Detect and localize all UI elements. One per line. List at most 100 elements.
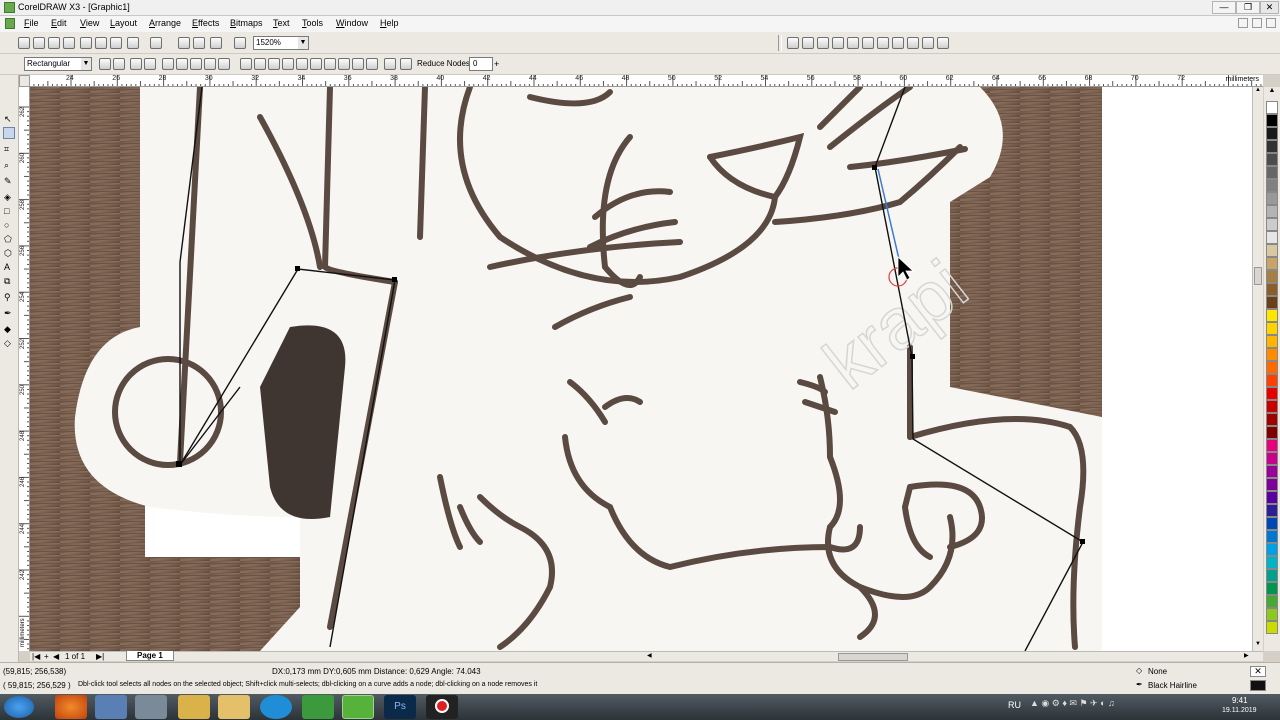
- ellipse-tool-icon[interactable]: ○: [3, 219, 15, 231]
- coreldraw-icon[interactable]: [342, 695, 374, 719]
- palette-swatch[interactable]: [1266, 361, 1278, 374]
- palette-scroll-up-icon[interactable]: ▲: [1266, 87, 1278, 97]
- prev-page-icon[interactable]: ◀: [53, 652, 59, 661]
- selection-mode-combo[interactable]: Rectangular ▼: [24, 57, 92, 71]
- palette-swatch[interactable]: [1266, 452, 1278, 465]
- interactive-blend-icon[interactable]: ⧉: [3, 275, 15, 287]
- auto-close-icon[interactable]: [352, 58, 364, 70]
- hscroll-right-icon[interactable]: ▶: [1244, 652, 1252, 661]
- palette-swatch[interactable]: [1266, 322, 1278, 335]
- menu-view[interactable]: View: [80, 18, 99, 28]
- palette-swatch[interactable]: [1266, 582, 1278, 595]
- palette-swatch[interactable]: [1266, 179, 1278, 192]
- star-icon[interactable]: [832, 37, 844, 49]
- align-nodes-icon[interactable]: [310, 58, 322, 70]
- first-page-icon[interactable]: |◀: [32, 652, 40, 661]
- palette-swatch[interactable]: [1266, 517, 1278, 530]
- zoom-tool-icon[interactable]: ⌕: [3, 159, 15, 171]
- palette-swatch[interactable]: [1266, 387, 1278, 400]
- firefox-icon[interactable]: [55, 695, 87, 719]
- rotate-nodes-icon[interactable]: [296, 58, 308, 70]
- pick-tool-icon[interactable]: ↖: [3, 113, 15, 125]
- ruler-origin[interactable]: [19, 75, 30, 87]
- palette-swatch[interactable]: [1266, 101, 1278, 114]
- explorer-icon[interactable]: [218, 695, 250, 719]
- palette-swatch[interactable]: [1266, 413, 1278, 426]
- hscroll-left-icon[interactable]: ◀: [647, 652, 655, 661]
- palette-swatch[interactable]: [1266, 283, 1278, 296]
- reduce-nodes-input[interactable]: 0: [469, 57, 493, 71]
- menu-edit[interactable]: Edit: [51, 18, 67, 28]
- undo-icon[interactable]: [127, 37, 139, 49]
- fill-swatch[interactable]: ✕: [1250, 666, 1266, 677]
- extract-subpath-icon[interactable]: [268, 58, 280, 70]
- cut-icon[interactable]: [80, 37, 92, 49]
- palette-swatch[interactable]: [1266, 530, 1278, 543]
- welcome-icon[interactable]: [234, 37, 246, 49]
- tray-icons[interactable]: ▲ ◉ ⚙ ♦ ✉ ⚑ ✈ ◐ ♫: [1030, 698, 1115, 709]
- palette-swatch[interactable]: [1266, 504, 1278, 517]
- drawing-canvas[interactable]: krapi: [30, 87, 1263, 651]
- palette-swatch[interactable]: [1266, 335, 1278, 348]
- palette-swatch[interactable]: [1266, 218, 1278, 231]
- minimize-button[interactable]: —: [1212, 1, 1236, 14]
- freehand-icon[interactable]: [802, 37, 814, 49]
- fill-tool-icon[interactable]: ◆: [3, 323, 15, 335]
- next-page-icon[interactable]: ▶|: [96, 652, 104, 661]
- shape-tool-icon[interactable]: [787, 37, 799, 49]
- palette-swatch[interactable]: [1266, 465, 1278, 478]
- palette-swatch[interactable]: [1266, 192, 1278, 205]
- select-all-nodes-icon[interactable]: [338, 58, 350, 70]
- palette-swatch[interactable]: [1266, 231, 1278, 244]
- new-icon[interactable]: [18, 37, 30, 49]
- palette-swatch[interactable]: [1266, 569, 1278, 582]
- word-icon[interactable]: [95, 695, 127, 719]
- palette-swatch[interactable]: [1266, 478, 1278, 491]
- outline-tool-icon[interactable]: ✒: [3, 307, 15, 319]
- extend-curve-icon[interactable]: [254, 58, 266, 70]
- plus-icon[interactable]: +: [494, 58, 502, 70]
- reduce-nodes-icon[interactable]: [400, 58, 412, 70]
- menu-tools[interactable]: Tools: [302, 18, 323, 28]
- polygon-icon[interactable]: [877, 37, 889, 49]
- basic-shapes-icon[interactable]: ⬡: [3, 247, 15, 259]
- start-button[interactable]: [4, 696, 34, 718]
- export-icon[interactable]: [193, 37, 205, 49]
- hscroll-thumb[interactable]: [838, 653, 908, 661]
- spiral-icon[interactable]: [847, 37, 859, 49]
- cusp-node-icon[interactable]: [190, 58, 202, 70]
- toolbar-grip[interactable]: [778, 35, 782, 51]
- palette-swatch[interactable]: [1266, 374, 1278, 387]
- recorder-icon[interactable]: [426, 695, 458, 719]
- palette-swatch[interactable]: [1266, 140, 1278, 153]
- node-link-icon[interactable]: [366, 58, 378, 70]
- doc-close-button[interactable]: [1266, 18, 1276, 28]
- outline-swatch[interactable]: [1250, 680, 1266, 691]
- add-page-icon[interactable]: +: [44, 652, 49, 661]
- elastic-mode-icon[interactable]: [324, 58, 336, 70]
- smart-fill-icon[interactable]: ◈: [3, 191, 15, 203]
- vertical-scrollbar[interactable]: ▲ ▼: [1252, 87, 1263, 651]
- palette-swatch[interactable]: [1266, 595, 1278, 608]
- app-launcher-icon[interactable]: [210, 37, 222, 49]
- chevron-down-icon[interactable]: ▼: [81, 58, 91, 70]
- stretch-nodes-icon[interactable]: [282, 58, 294, 70]
- table-icon[interactable]: [907, 37, 919, 49]
- vscroll-thumb[interactable]: [1254, 267, 1262, 285]
- horizontal-ruler[interactable]: 24 26 28 30 32 34 36 38 40 42 44 46 48 50 52 54 56 58 60 62…: [30, 75, 1263, 87]
- palette-swatch[interactable]: [1266, 608, 1278, 621]
- join-nodes-icon[interactable]: [130, 58, 142, 70]
- dimension-icon[interactable]: [922, 37, 934, 49]
- polygon-tool-icon[interactable]: ⬠: [3, 233, 15, 245]
- print-icon[interactable]: [63, 37, 75, 49]
- redo-icon[interactable]: [150, 37, 162, 49]
- app-icon-3[interactable]: [135, 695, 167, 719]
- copy-icon[interactable]: [95, 37, 107, 49]
- traced-bitmap[interactable]: krapi: [30, 87, 1263, 651]
- torrent-icon[interactable]: [302, 695, 334, 719]
- symmetric-node-icon[interactable]: [218, 58, 230, 70]
- menu-bitmaps[interactable]: Bitmaps: [230, 18, 263, 28]
- menu-arrange[interactable]: Arrange: [149, 18, 181, 28]
- doc-restore-button[interactable]: [1252, 18, 1262, 28]
- menu-window[interactable]: Window: [336, 18, 368, 28]
